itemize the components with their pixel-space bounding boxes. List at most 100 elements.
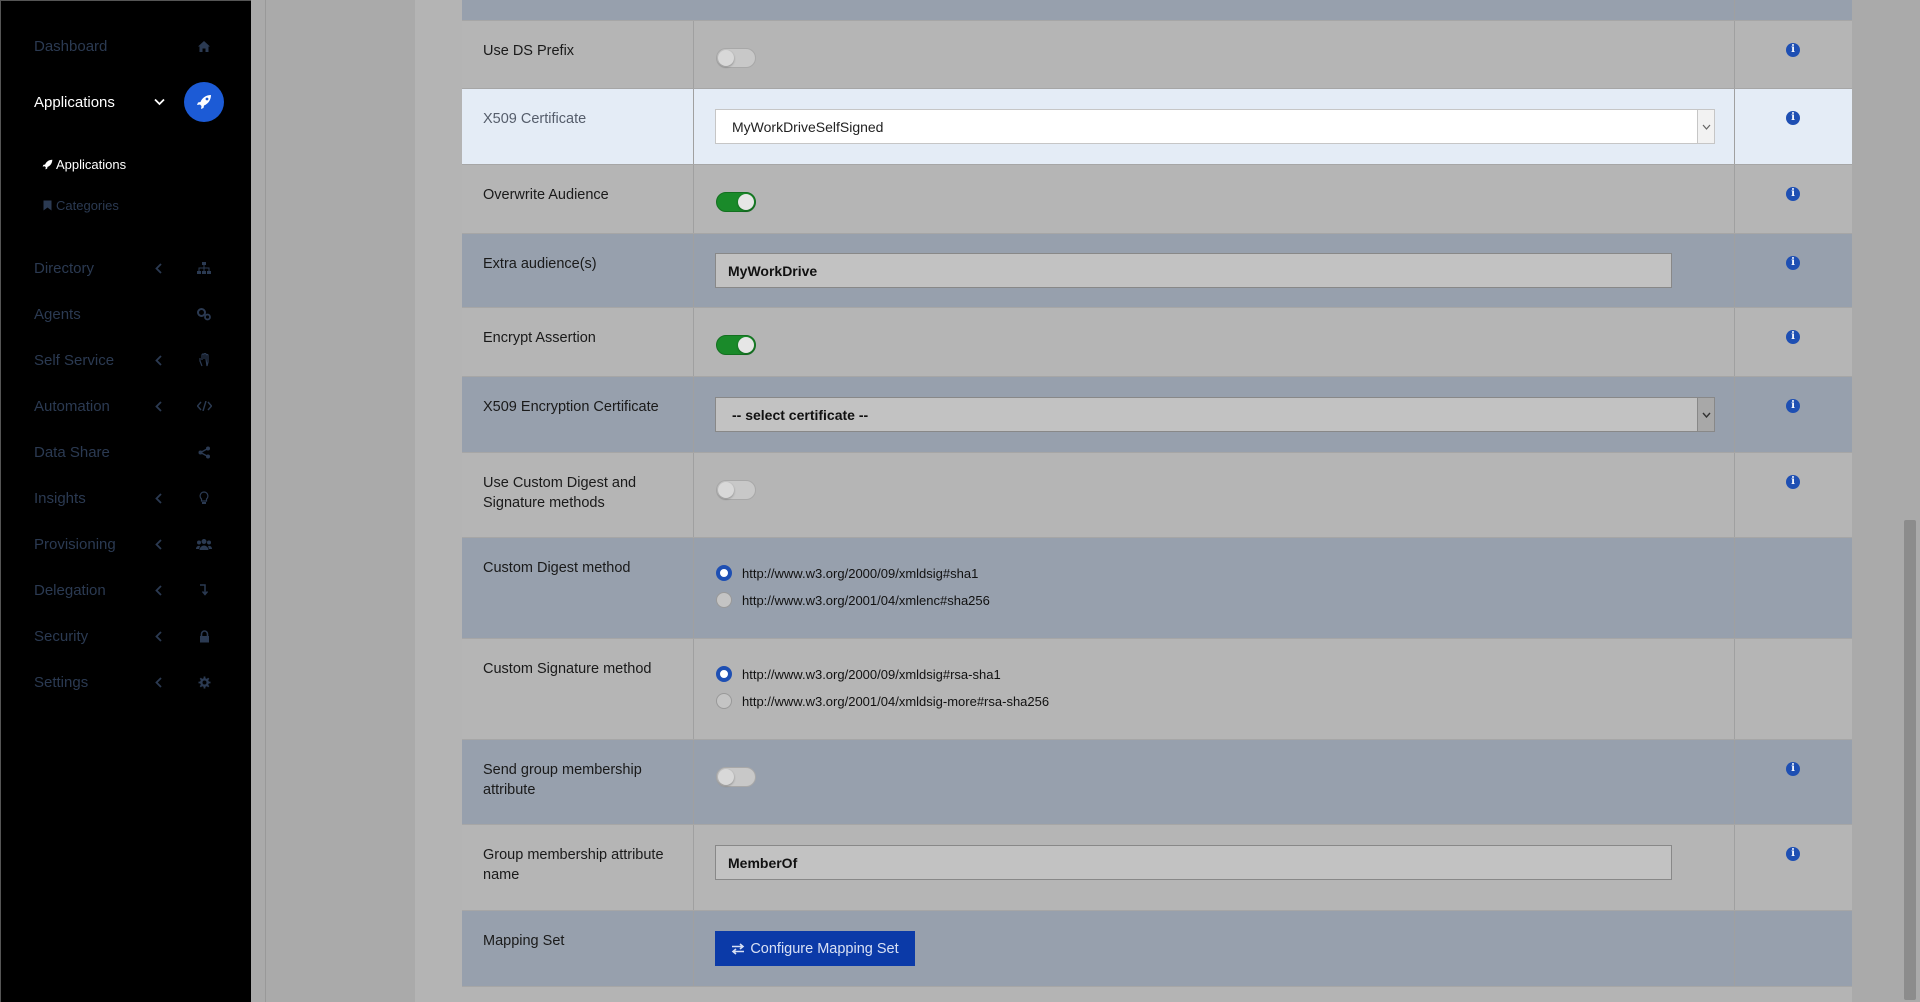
custom-signature-method-label: Custom Signature method xyxy=(462,639,694,739)
send-group-membership-toggle[interactable] xyxy=(716,767,756,787)
x509-encryption-certificate-label: X509 Encryption Certificate xyxy=(462,377,694,452)
exchange-icon xyxy=(731,942,745,955)
rocket-icon xyxy=(41,158,53,170)
hand-icon xyxy=(194,350,214,370)
info-icon[interactable]: i xyxy=(1786,43,1800,57)
radio-unchecked[interactable] xyxy=(716,693,732,709)
info-icon[interactable]: i xyxy=(1786,330,1800,344)
sidebar-subitem-categories[interactable]: Categories xyxy=(41,195,119,215)
x509-encryption-certificate-value: -- select certificate -- xyxy=(732,407,869,423)
info-icon[interactable]: i xyxy=(1786,256,1800,270)
x509-certificate-value: MyWorkDriveSelfSigned xyxy=(732,119,884,135)
sidebar-item-directory[interactable]: Directory xyxy=(1,248,252,288)
sidebar-item-label: Self Service xyxy=(34,351,115,369)
form-row-x509-encryption-certificate: X509 Encryption Certificate -- select ce… xyxy=(462,377,1852,453)
custom-digest-method-label: Custom Digest method xyxy=(462,538,694,638)
sidebar-subitem-label: Categories xyxy=(56,197,119,213)
sidebar-item-label: Applications xyxy=(34,93,115,111)
radio-checked[interactable] xyxy=(716,666,732,682)
group-membership-name-input[interactable] xyxy=(715,845,1672,880)
sidebar-item-label: Automation xyxy=(34,397,110,415)
code-icon xyxy=(194,396,214,416)
info-icon[interactable]: i xyxy=(1786,399,1800,413)
encrypt-assertion-label: Encrypt Assertion xyxy=(462,308,694,376)
sidebar-item-automation[interactable]: Automation xyxy=(1,386,252,426)
sidebar-item-label: Provisioning xyxy=(34,535,116,553)
sidebar-item-label: Settings xyxy=(34,673,89,691)
signature-option-label: http://www.w3.org/2000/09/xmldsig#rsa-sh… xyxy=(742,666,1001,682)
sidebar-item-provisioning[interactable]: Provisioning xyxy=(1,524,252,564)
group-membership-name-label: Group membership attribute name xyxy=(462,825,694,910)
sidebar-item-label: Agents xyxy=(34,305,81,323)
form-row-overwrite-audience: Overwrite Audience i xyxy=(462,165,1852,234)
extra-audiences-input[interactable] xyxy=(715,253,1672,288)
configure-mapping-set-button[interactable]: Configure Mapping Set xyxy=(715,931,915,966)
info-icon[interactable]: i xyxy=(1786,847,1800,861)
sidebar-item-data-share[interactable]: Data Share xyxy=(1,432,252,472)
x509-certificate-select[interactable]: MyWorkDriveSelfSigned xyxy=(715,109,1715,144)
sidebar-item-label: Insights xyxy=(34,489,86,507)
digest-option-sha256[interactable]: http://www.w3.org/2001/04/xmlenc#sha256 xyxy=(716,590,990,610)
sidebar-item-label: Data Share xyxy=(34,443,110,461)
chevron-left-icon xyxy=(153,538,165,550)
sidebar-item-delegation[interactable]: Delegation xyxy=(1,570,252,610)
use-custom-digest-label: Use Custom Digest and Signature methods xyxy=(462,453,694,537)
panel-bottom xyxy=(462,987,1852,1002)
digest-option-label: http://www.w3.org/2001/04/xmlenc#sha256 xyxy=(742,592,990,608)
x509-encryption-certificate-select[interactable]: -- select certificate -- xyxy=(715,397,1715,432)
sidebar: Dashboard Applications Applications Cate… xyxy=(0,0,251,1002)
sidebar-item-applications[interactable]: Applications xyxy=(1,82,252,122)
share-icon xyxy=(194,442,214,462)
content-divider xyxy=(265,0,266,1002)
gear-icon xyxy=(194,672,214,692)
sidebar-item-settings[interactable]: Settings xyxy=(1,662,252,702)
form-row-mapping-set: Mapping Set Configure Mapping Set xyxy=(462,911,1852,987)
sitemap-icon xyxy=(194,258,214,278)
rocket-icon xyxy=(184,82,224,122)
sidebar-item-label: Directory xyxy=(34,259,95,277)
home-icon xyxy=(194,36,214,56)
chevron-down-icon xyxy=(1697,398,1714,431)
overwrite-audience-label: Overwrite Audience xyxy=(462,165,694,233)
lock-icon xyxy=(194,626,214,646)
configure-mapping-set-label: Configure Mapping Set xyxy=(750,940,899,957)
signature-option-label: http://www.w3.org/2001/04/xmldsig-more#r… xyxy=(742,693,1050,709)
signature-option-rsa-sha1[interactable]: http://www.w3.org/2000/09/xmldsig#rsa-sh… xyxy=(716,664,1001,684)
chevron-left-icon xyxy=(153,354,165,366)
sidebar-item-security[interactable]: Security xyxy=(1,616,252,656)
sidebar-subitem-applications[interactable]: Applications xyxy=(41,154,126,174)
sidebar-item-dashboard[interactable]: Dashboard xyxy=(1,26,252,66)
form-row-use-ds-prefix: Use DS Prefix i xyxy=(462,21,1852,89)
info-icon[interactable]: i xyxy=(1786,111,1800,125)
form-row-extra-audiences: Extra audience(s) i xyxy=(462,234,1852,308)
form-row-custom-digest-method: Custom Digest method http://www.w3.org/2… xyxy=(462,538,1852,639)
mapping-set-label: Mapping Set xyxy=(462,911,694,986)
digest-option-sha1[interactable]: http://www.w3.org/2000/09/xmldsig#sha1 xyxy=(716,563,978,583)
use-ds-prefix-toggle[interactable] xyxy=(716,48,756,68)
chevron-left-icon xyxy=(153,492,165,504)
scrollbar-thumb[interactable] xyxy=(1904,520,1916,1000)
radio-unchecked[interactable] xyxy=(716,592,732,608)
chevron-left-icon xyxy=(153,584,165,596)
encrypt-assertion-toggle[interactable] xyxy=(716,335,756,355)
info-icon[interactable]: i xyxy=(1786,475,1800,489)
use-ds-prefix-label: Use DS Prefix xyxy=(462,21,694,88)
sidebar-item-label: Dashboard xyxy=(34,37,108,55)
level-down-icon xyxy=(194,580,214,600)
extra-audiences-label: Extra audience(s) xyxy=(462,234,694,307)
cogs-icon xyxy=(194,304,214,324)
form-row-group-membership-name: Group membership attribute name i xyxy=(462,825,1852,911)
overwrite-audience-toggle[interactable] xyxy=(716,192,756,212)
form-row-custom-signature-method: Custom Signature method http://www.w3.or… xyxy=(462,639,1852,740)
use-custom-digest-toggle[interactable] xyxy=(716,480,756,500)
sidebar-item-self-service[interactable]: Self Service xyxy=(1,340,252,380)
chevron-left-icon xyxy=(153,630,165,642)
sidebar-item-agents[interactable]: Agents xyxy=(1,294,252,334)
info-icon[interactable]: i xyxy=(1786,187,1800,201)
info-icon[interactable]: i xyxy=(1786,762,1800,776)
users-icon xyxy=(194,534,214,554)
radio-checked[interactable] xyxy=(716,565,732,581)
sidebar-item-insights[interactable]: Insights xyxy=(1,478,252,518)
signature-option-rsa-sha256[interactable]: http://www.w3.org/2001/04/xmldsig-more#r… xyxy=(716,691,1049,711)
form-row-encrypt-assertion: Encrypt Assertion i xyxy=(462,308,1852,377)
